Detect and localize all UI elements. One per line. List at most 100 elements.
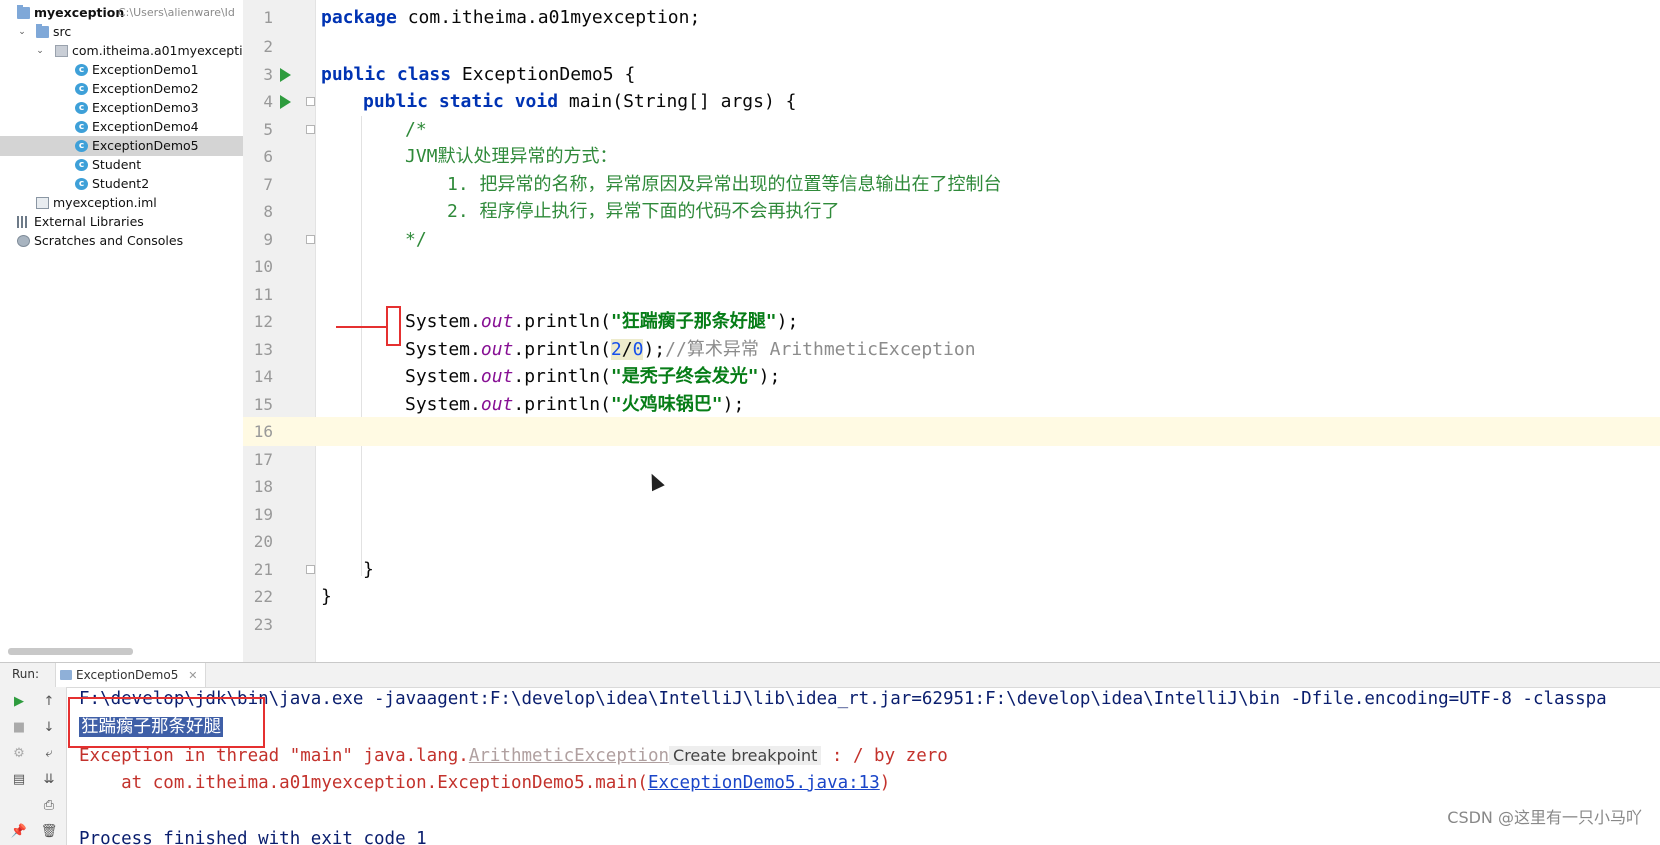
fold-icon[interactable] [306, 565, 315, 574]
code-line: 19 [243, 500, 1660, 529]
tree-iml[interactable]: myexception.iml [0, 193, 243, 213]
package-icon [55, 45, 68, 57]
code-text: System.out.println("火鸡味锅巴"); [405, 394, 745, 415]
external-libraries-label: External Libraries [34, 214, 144, 229]
line-number: 21 [253, 560, 273, 579]
tree-package[interactable]: ⌄ com.itheima.a01myexception [0, 41, 243, 61]
line-number: 12 [253, 312, 273, 331]
class-label: Student2 [92, 176, 150, 191]
code-editor[interactable]: 1 package com.itheima.a01myexception; 2 … [243, 0, 1660, 662]
code-line: 10 [243, 252, 1660, 281]
close-icon[interactable]: ✕ [188, 669, 197, 682]
code-line: 11 [243, 280, 1660, 309]
code-text: System.out.println("狂踹瘸子那条好腿"); [405, 311, 799, 332]
tree-class-item[interactable]: c ExceptionDemo4 [0, 117, 243, 137]
tree-class-item[interactable]: c Student2 [0, 174, 243, 194]
root-name: myexception [34, 5, 125, 20]
line-number: 22 [253, 587, 273, 606]
restore-layout-icon[interactable]: ⚙ [10, 745, 28, 763]
horizontal-scrollbar[interactable] [8, 648, 133, 655]
run-config-icon [60, 670, 72, 680]
iml-label: myexception.iml [53, 195, 157, 210]
tree-root[interactable]: myexception C:\Users\alienware\Id [0, 3, 243, 23]
console-output[interactable]: F:\develop\jdk\bin\java.exe -javaagent:F… [79, 687, 1659, 845]
line-number: 1 [263, 8, 273, 27]
console-stacktrace-line: at com.itheima.a01myexception.ExceptionD… [79, 773, 891, 793]
create-breakpoint-hint[interactable]: Create breakpoint [669, 746, 822, 765]
annotation-arrow-line [336, 326, 386, 328]
java-class-icon: c [75, 140, 88, 152]
line-number: 15 [253, 395, 273, 414]
print-icon[interactable]: ⎙ [40, 797, 58, 815]
tree-external-libraries[interactable]: External Libraries [0, 212, 243, 232]
line-number: 8 [263, 202, 273, 221]
run-tab-label: ExceptionDemo5 [76, 668, 179, 682]
soft-wrap-icon[interactable]: ⤶ [40, 745, 58, 763]
line-number: 4 [263, 92, 273, 111]
tree-class-item[interactable]: c ExceptionDemo3 [0, 98, 243, 118]
code-line: 15 System.out.println("火鸡味锅巴"); [243, 390, 1660, 419]
stop-icon[interactable]: ■ [10, 719, 28, 737]
method-declaration: main(String[] args) { [558, 91, 797, 112]
fold-icon[interactable] [306, 125, 315, 134]
tree-class-item[interactable]: c ExceptionDemo1 [0, 60, 243, 80]
run-toolbar: ▶ ↑ ■ ↓ ⚙ ⤶ ▤ ⇊ ⎙ 📌 🗑 [0, 687, 67, 845]
run-class-icon[interactable] [280, 68, 291, 82]
code-text: public static void main(String[] args) { [363, 87, 797, 116]
code-line: 3 public class ExceptionDemo5 { [243, 60, 1660, 89]
scroll-to-end-icon[interactable]: ⇊ [40, 771, 58, 789]
comment-text: /* [405, 119, 427, 140]
run-config-tab[interactable]: ExceptionDemo5 ✕ [55, 663, 207, 687]
run-label: Run: [12, 667, 40, 681]
tree-scratches[interactable]: Scratches and Consoles [0, 231, 243, 251]
code-line: 5 /* [243, 115, 1660, 144]
line-number: 17 [253, 450, 273, 469]
fold-icon[interactable] [306, 235, 315, 244]
tree-class-item[interactable]: c Student [0, 155, 243, 175]
exception-class-link[interactable]: ArithmeticException [469, 746, 669, 766]
tree-class-item[interactable]: c ExceptionDemo2 [0, 79, 243, 99]
closing-brace: } [321, 586, 332, 607]
source-location-link[interactable]: ExceptionDemo5.java:13 [648, 773, 880, 793]
line-number: 13 [253, 340, 273, 359]
run-tool-window: Run: ExceptionDemo5 ✕ ▶ ↑ ■ ↓ ⚙ ⤶ ▤ ⇊ ⎙ … [0, 662, 1660, 845]
code-line: 6 JVM默认处理异常的方式： [243, 142, 1660, 171]
run-main-icon[interactable] [280, 95, 291, 109]
layout-icon[interactable]: ▤ [10, 771, 28, 789]
chevron-down-icon[interactable]: ⌄ [16, 22, 28, 42]
code-line: 22 } [243, 582, 1660, 611]
module-file-icon [36, 197, 49, 209]
java-class-icon: c [75, 64, 88, 76]
closing-brace: } [363, 559, 374, 580]
class-label: ExceptionDemo4 [92, 119, 199, 134]
code-text: System.out.println(2/0);//算术异常 Arithmeti… [405, 339, 976, 360]
code-text: package com.itheima.a01myexception; [321, 3, 700, 32]
pin-icon[interactable]: 📌 [10, 823, 28, 841]
class-label: Student [92, 157, 142, 172]
line-number: 3 [263, 65, 273, 84]
trash-icon[interactable]: 🗑 [40, 823, 58, 841]
fold-icon[interactable] [306, 97, 315, 106]
code-line: 4 public static void main(String[] args)… [243, 87, 1660, 116]
arrow-down-icon[interactable]: ↓ [40, 719, 58, 737]
rerun-icon[interactable]: ▶ [10, 693, 28, 711]
java-class-icon: c [75, 102, 88, 114]
line-number: 18 [253, 477, 273, 496]
chevron-down-icon[interactable]: ⌄ [34, 41, 46, 61]
code-line: 12 System.out.println("狂踹瘸子那条好腿"); [243, 307, 1660, 336]
console-exit-line: Process finished with exit code 1 [79, 829, 427, 845]
class-declaration: ExceptionDemo5 { [451, 64, 636, 85]
code-line: 1 package com.itheima.a01myexception; [243, 3, 1660, 32]
code-line-current[interactable]: 16 [243, 417, 1660, 446]
line-number: 6 [263, 147, 273, 166]
comment-text: 1. 把异常的名称，异常原因及异常出现的位置等信息输出在了控制台 [447, 174, 1002, 195]
package-name: com.itheima.a01myexception; [396, 7, 701, 28]
tree-src[interactable]: ⌄ src [0, 22, 243, 42]
arrow-up-icon[interactable]: ↑ [40, 693, 58, 711]
library-icon [17, 216, 30, 228]
tree-class-item-selected[interactable]: c ExceptionDemo5 [0, 136, 243, 156]
java-class-icon: c [75, 121, 88, 133]
line-number: 5 [263, 120, 273, 139]
line-number: 23 [253, 615, 273, 634]
root-path: C:\Users\alienware\Id [118, 6, 235, 19]
